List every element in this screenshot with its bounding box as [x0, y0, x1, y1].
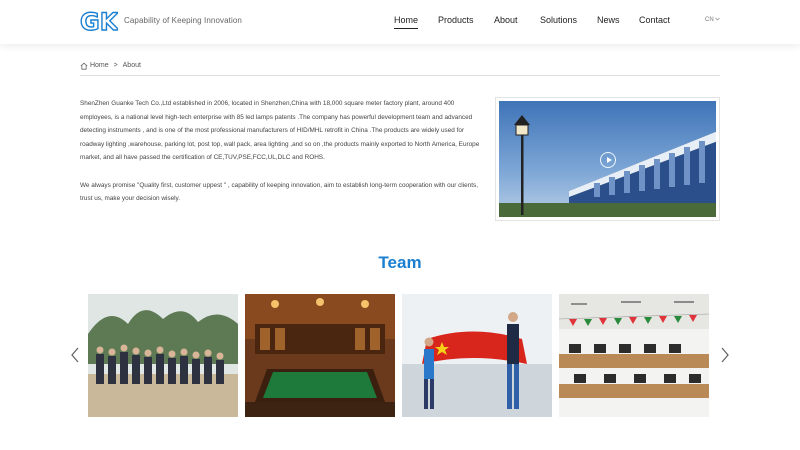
nav-news[interactable]: News [597, 15, 620, 25]
play-button[interactable] [600, 152, 616, 168]
flag-team-image [402, 294, 552, 417]
intro-paragraph-1: ShenZhen Guanke Tech Co.,Ltd established… [80, 100, 480, 162]
team-photo-office[interactable] [559, 294, 709, 417]
carousel-next-arrow[interactable] [720, 347, 730, 363]
team-heading: Team [378, 253, 422, 272]
breadcrumb-separator: > [113, 62, 118, 69]
home-icon [80, 62, 88, 70]
site-header: GK Capability of Keeping Innovation Home… [0, 0, 800, 44]
company-video[interactable] [495, 97, 720, 221]
breadcrumb-current: About [122, 62, 141, 69]
billiards-room-image [245, 294, 395, 417]
office-image [559, 294, 709, 417]
carousel-prev-arrow[interactable] [70, 347, 80, 363]
chevron-down-icon [715, 18, 721, 21]
team-photo-group[interactable] [88, 294, 238, 417]
svg-text:GK: GK [80, 9, 118, 33]
team-photo-flag[interactable] [402, 294, 552, 417]
site-tagline: Capability of Keeping Innovation [124, 16, 242, 25]
nav-about[interactable]: About [494, 15, 518, 25]
nav-home[interactable]: Home [394, 15, 419, 29]
breadcrumb-home[interactable]: Home [90, 62, 109, 69]
team-photo-billiards[interactable] [245, 294, 395, 417]
about-intro: ShenZhen Guanke Tech Co.,Ltd established… [80, 97, 480, 206]
language-switch[interactable]: CN [705, 17, 721, 23]
language-label: CN [705, 17, 714, 23]
nav-contact[interactable]: Contact [639, 15, 670, 25]
breadcrumb: Home > About [80, 62, 720, 76]
nav-products[interactable]: Products [438, 15, 474, 25]
nav-solutions[interactable]: Solutions [540, 15, 577, 25]
video-thumbnail [499, 101, 716, 217]
gk-logo[interactable]: GK [80, 9, 118, 33]
intro-paragraph-2: We always promise "Quality first, custom… [80, 181, 478, 203]
group-outdoor-image [88, 294, 238, 417]
